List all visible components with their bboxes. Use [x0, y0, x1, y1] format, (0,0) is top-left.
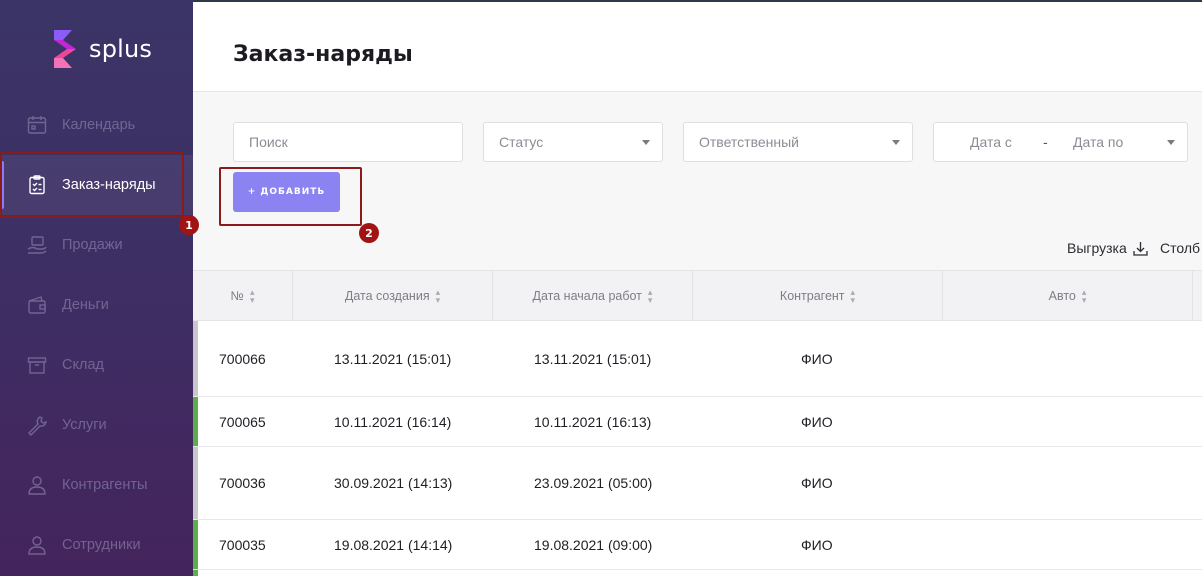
cell-contractor: ФИО	[801, 536, 833, 553]
export-link[interactable]: Выгрузка	[1067, 240, 1148, 256]
sidebar-item-label: Контрагенты	[62, 477, 148, 493]
download-icon	[1133, 241, 1148, 256]
cell-start: 13.11.2021 (15:01)	[534, 350, 652, 367]
add-order-button[interactable]: + ДОБАВИТЬ	[233, 172, 340, 212]
cell-contractor: ФИО	[801, 413, 833, 430]
sidebar-item-contractors[interactable]: Контрагенты	[0, 455, 193, 515]
annotation-badge-1: 1	[179, 215, 199, 235]
responsible-select[interactable]: Ответственный	[683, 122, 913, 162]
cell-number: 700035	[219, 536, 266, 553]
person-icon	[26, 534, 48, 556]
cell-number: 700065	[219, 413, 266, 430]
sidebar-item-calendar[interactable]: Календарь	[0, 95, 193, 155]
table-row[interactable]: 700065 10.11.2021 (16:14) 10.11.2021 (16…	[193, 397, 1202, 447]
box-icon	[26, 354, 48, 376]
date-separator: -	[1043, 134, 1048, 150]
sidebar-item-services[interactable]: Услуги	[0, 395, 193, 455]
sort-icon: ▴ ▾	[249, 287, 255, 305]
table-header: № ▴ ▾ Дата создания ▴ ▾ Дата начала работ …	[193, 270, 1202, 321]
sidebar-item-orders[interactable]: Заказ-наряды	[0, 155, 193, 215]
cell-created: 13.11.2021 (15:01)	[334, 350, 452, 367]
wallet-icon	[26, 294, 48, 316]
table-row[interactable]: 700066 13.11.2021 (15:01) 13.11.2021 (15…	[193, 321, 1202, 397]
chevron-down-icon	[642, 140, 650, 145]
sidebar-item-label: Склад	[62, 357, 104, 373]
page-title: Заказ-наряды	[233, 42, 413, 67]
chevron-down-icon	[1167, 140, 1175, 145]
sort-icon: ▴ ▾	[850, 287, 856, 305]
sidebar-item-label: Продажи	[62, 237, 123, 253]
cell-number: 700036	[219, 475, 266, 491]
sidebar-item-money[interactable]: Деньги	[0, 275, 193, 335]
sidebar-item-label: Услуги	[62, 417, 107, 433]
hand-coin-icon	[26, 234, 48, 256]
sidebar: splus Календарь Заказ-наряды Продажи Ден…	[0, 0, 193, 576]
date-from-placeholder: Дата с	[970, 134, 1012, 150]
table-row[interactable]: 700036 30.09.2021 (14:13) 23.09.2021 (05…	[193, 447, 1202, 520]
row-status-marker	[193, 520, 198, 569]
cell-start: 10.11.2021 (16:13)	[534, 413, 652, 430]
clipboard-icon	[26, 174, 48, 196]
sidebar-item-sales[interactable]: Продажи	[0, 215, 193, 275]
logo-text: splus	[89, 35, 153, 63]
sort-icon: ▴ ▾	[435, 287, 441, 305]
export-label: Выгрузка	[1067, 240, 1127, 256]
search-input[interactable]: Поиск	[233, 122, 463, 162]
cell-created: 30.09.2021 (14:13)	[334, 475, 453, 491]
person-icon	[26, 474, 48, 496]
responsible-placeholder: Ответственный	[699, 134, 799, 150]
columns-link[interactable]: Столб	[1160, 240, 1200, 256]
chevron-down-icon	[892, 140, 900, 145]
column-header-number[interactable]: № ▴ ▾	[193, 271, 293, 321]
column-header-start[interactable]: Дата начала работ ▴ ▾	[493, 271, 693, 321]
splus-logo-icon	[54, 30, 76, 68]
wrench-icon	[26, 414, 48, 436]
row-status-marker	[193, 570, 198, 576]
sort-icon: ▴ ▾	[1081, 287, 1087, 305]
row-status-marker	[193, 397, 198, 446]
cell-created: 19.08.2021 (14:14)	[334, 536, 453, 553]
annotation-badge-2: 2	[359, 223, 379, 243]
cell-start: 19.08.2021 (09:00)	[534, 536, 653, 553]
row-status-marker	[193, 447, 198, 519]
sidebar-item-label: Деньги	[62, 297, 109, 313]
sidebar-item-warehouse[interactable]: Склад	[0, 335, 193, 395]
sidebar-item-employees[interactable]: Сотрудники	[0, 515, 193, 575]
table-row[interactable]: 700035 19.08.2021 (14:14) 19.08.2021 (09…	[193, 520, 1202, 570]
search-placeholder: Поиск	[249, 134, 288, 150]
sort-icon: ▴ ▾	[647, 287, 653, 305]
logo[interactable]: splus	[50, 30, 152, 68]
sidebar-item-label: Календарь	[62, 117, 136, 133]
column-header-contractor[interactable]: Контрагент ▴ ▾	[693, 271, 943, 321]
columns-label: Столб	[1160, 240, 1201, 256]
cell-contractor: ФИО	[801, 350, 833, 367]
table-row[interactable]	[193, 570, 1202, 576]
calendar-icon	[26, 114, 48, 136]
status-placeholder: Статус	[499, 134, 544, 150]
date-to-placeholder: Дата по	[1073, 134, 1124, 150]
cell-created: 10.11.2021 (16:14)	[334, 413, 452, 430]
cell-number: 700066	[219, 350, 266, 367]
date-range-picker[interactable]: Дата с - Дата по	[933, 122, 1188, 162]
row-status-marker	[193, 321, 198, 396]
sidebar-item-label: Заказ-наряды	[62, 177, 156, 193]
status-select[interactable]: Статус	[483, 122, 663, 162]
sidebar-item-label: Сотрудники	[62, 537, 141, 553]
page-header: Заказ-наряды	[193, 0, 1202, 92]
column-header-created[interactable]: Дата создания ▴ ▾	[293, 271, 493, 321]
cell-contractor: ФИО	[801, 475, 833, 491]
column-header-auto[interactable]: Авто ▴ ▾	[943, 271, 1193, 321]
cell-start: 23.09.2021 (05:00)	[534, 475, 653, 491]
